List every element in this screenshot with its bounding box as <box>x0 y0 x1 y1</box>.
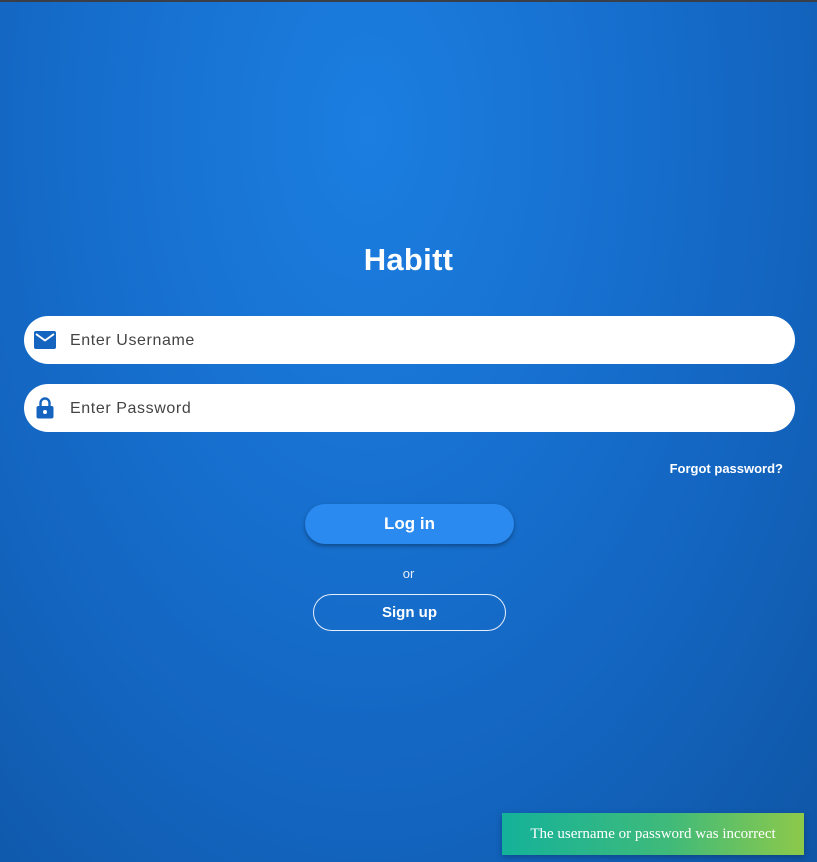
password-input[interactable] <box>68 384 782 434</box>
forgot-password-link[interactable]: Forgot password? <box>670 461 783 476</box>
password-field[interactable] <box>24 384 795 434</box>
error-toast-message: The username or password was incorrect <box>530 825 776 842</box>
login-screen: Habitt Forgot password? Log in or Sign u… <box>0 0 817 862</box>
app-title: Habitt <box>363 242 454 277</box>
error-toast: The username or password was incorrect <box>502 813 804 855</box>
login-button[interactable]: Log in <box>305 504 514 544</box>
username-input[interactable] <box>68 316 782 366</box>
username-field[interactable] <box>24 316 795 366</box>
lock-icon <box>34 396 56 420</box>
mail-icon <box>34 328 56 352</box>
window-top-border <box>0 0 817 2</box>
signup-button[interactable]: Sign up <box>313 594 506 631</box>
or-separator: or <box>402 566 415 581</box>
